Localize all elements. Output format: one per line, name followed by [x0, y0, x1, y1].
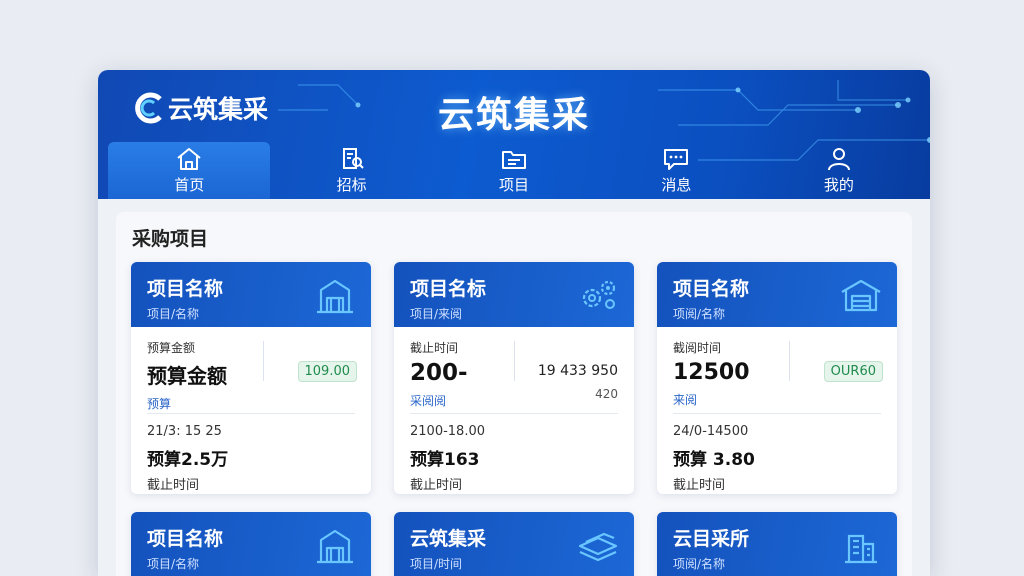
nav-item-bidding[interactable]: 招标 [270, 142, 432, 199]
card-stats: 19 433 950 420 [538, 363, 618, 401]
main-nav: 首页 招标 项目 消息 我的 [108, 142, 920, 199]
project-card[interactable]: 云筑集采 项目/时间 [394, 512, 634, 576]
user-icon [827, 148, 850, 171]
card-body: 预算金额 预算金额 预算 109.00 [131, 327, 371, 413]
project-card[interactable]: 云目采所 项阅/名称 [657, 512, 897, 576]
nav-label: 项目 [499, 176, 530, 194]
card-body: 截止时间 200- 采阅阅 19 433 950 420 [394, 327, 634, 413]
card-stat-secondary: 420 [595, 387, 618, 401]
card-footer: 24/0-14500 预算 3.80 截止时间 [657, 414, 897, 494]
card-budget: 预算 3.80 [673, 450, 755, 470]
divider [263, 341, 264, 381]
card-header: 云目采所 项阅/名称 [657, 512, 897, 576]
card-body: 截阅时间 12500 来阅 OUR60 [657, 327, 897, 413]
procurement-panel: 采购项目 项目名称 项目/名称 预算金额 预算金额 预算 109.00 21/3… [116, 212, 912, 576]
card-deadline-label: 截止时间 [410, 478, 463, 493]
document-search-icon [342, 148, 364, 169]
divider [789, 341, 790, 381]
divider [514, 341, 515, 381]
building-icon [317, 279, 353, 314]
nav-label: 消息 [661, 176, 692, 194]
project-card[interactable]: 项目名称 项目/名称 [131, 512, 371, 576]
nav-item-projects[interactable]: 项目 [433, 142, 595, 199]
card-footer: 2100-18.00 预算163 截止时间 [394, 414, 634, 494]
nav-item-profile[interactable]: 我的 [758, 142, 920, 199]
gears-icon [582, 280, 616, 309]
card-deadline-label: 截止时间 [673, 478, 726, 493]
card-label: 预算金额 [147, 341, 196, 355]
card-date: 21/3: 15 25 [147, 424, 222, 439]
card-stat-primary: 19 433 950 [537, 363, 618, 379]
nav-label: 我的 [823, 176, 854, 194]
card-header: 项目名称 项目/名称 [131, 262, 371, 327]
card-header: 云筑集采 项目/时间 [394, 512, 634, 576]
card-label: 截阅时间 [673, 341, 722, 355]
project-card[interactable]: 项目名称 项目/名称 预算金额 预算金额 预算 109.00 21/3: 15 … [131, 262, 371, 494]
project-card[interactable]: 项目名标 项目/来阅 截止时间 200- 采阅阅 19 433 950 420 … [394, 262, 634, 494]
card-header: 项目名称 项阅/名称 [657, 262, 897, 327]
app-title: 云筑集采 [437, 95, 590, 136]
card-note: 预算 [147, 397, 172, 411]
stack-icon [578, 532, 618, 562]
app-window: 云筑集采 云筑集采 首页 招标 项目 消息 我的 采购项目 项目名称 项目/名称… [98, 70, 930, 576]
card-header: 项目名称 项目/名称 [131, 512, 371, 576]
card-date: 24/0-14500 [673, 424, 749, 439]
card-budget: 预算163 [410, 450, 480, 470]
warehouse-icon [841, 279, 881, 312]
project-card[interactable]: 项目名称 项阅/名称 截阅时间 12500 来阅 OUR60 24/0-1450… [657, 262, 897, 494]
nav-item-home[interactable]: 首页 [108, 142, 271, 199]
nav-label: 招标 [336, 176, 367, 194]
card-note: 来阅 [673, 393, 698, 407]
status-badge: 109.00 [297, 361, 357, 382]
office-icon [845, 534, 877, 564]
nav-item-messages[interactable]: 消息 [595, 142, 757, 199]
nav-label: 首页 [174, 176, 205, 194]
home-icon [177, 148, 201, 170]
section-title: 采购项目 [132, 228, 209, 250]
card-deadline-label: 截止时间 [147, 478, 200, 493]
status-badge: OUR60 [823, 361, 883, 382]
card-budget: 预算2.5万 [147, 450, 229, 470]
card-footer: 21/3: 15 25 预算2.5万 截止时间 [131, 414, 371, 494]
card-header: 项目名标 项目/来阅 [394, 262, 634, 327]
message-icon [664, 149, 689, 170]
building-icon [317, 529, 353, 564]
folder-icon [502, 151, 527, 169]
app-header: 云筑集采 云筑集采 首页 招标 项目 消息 我的 [98, 70, 930, 199]
card-date: 2100-18.00 [410, 424, 485, 439]
